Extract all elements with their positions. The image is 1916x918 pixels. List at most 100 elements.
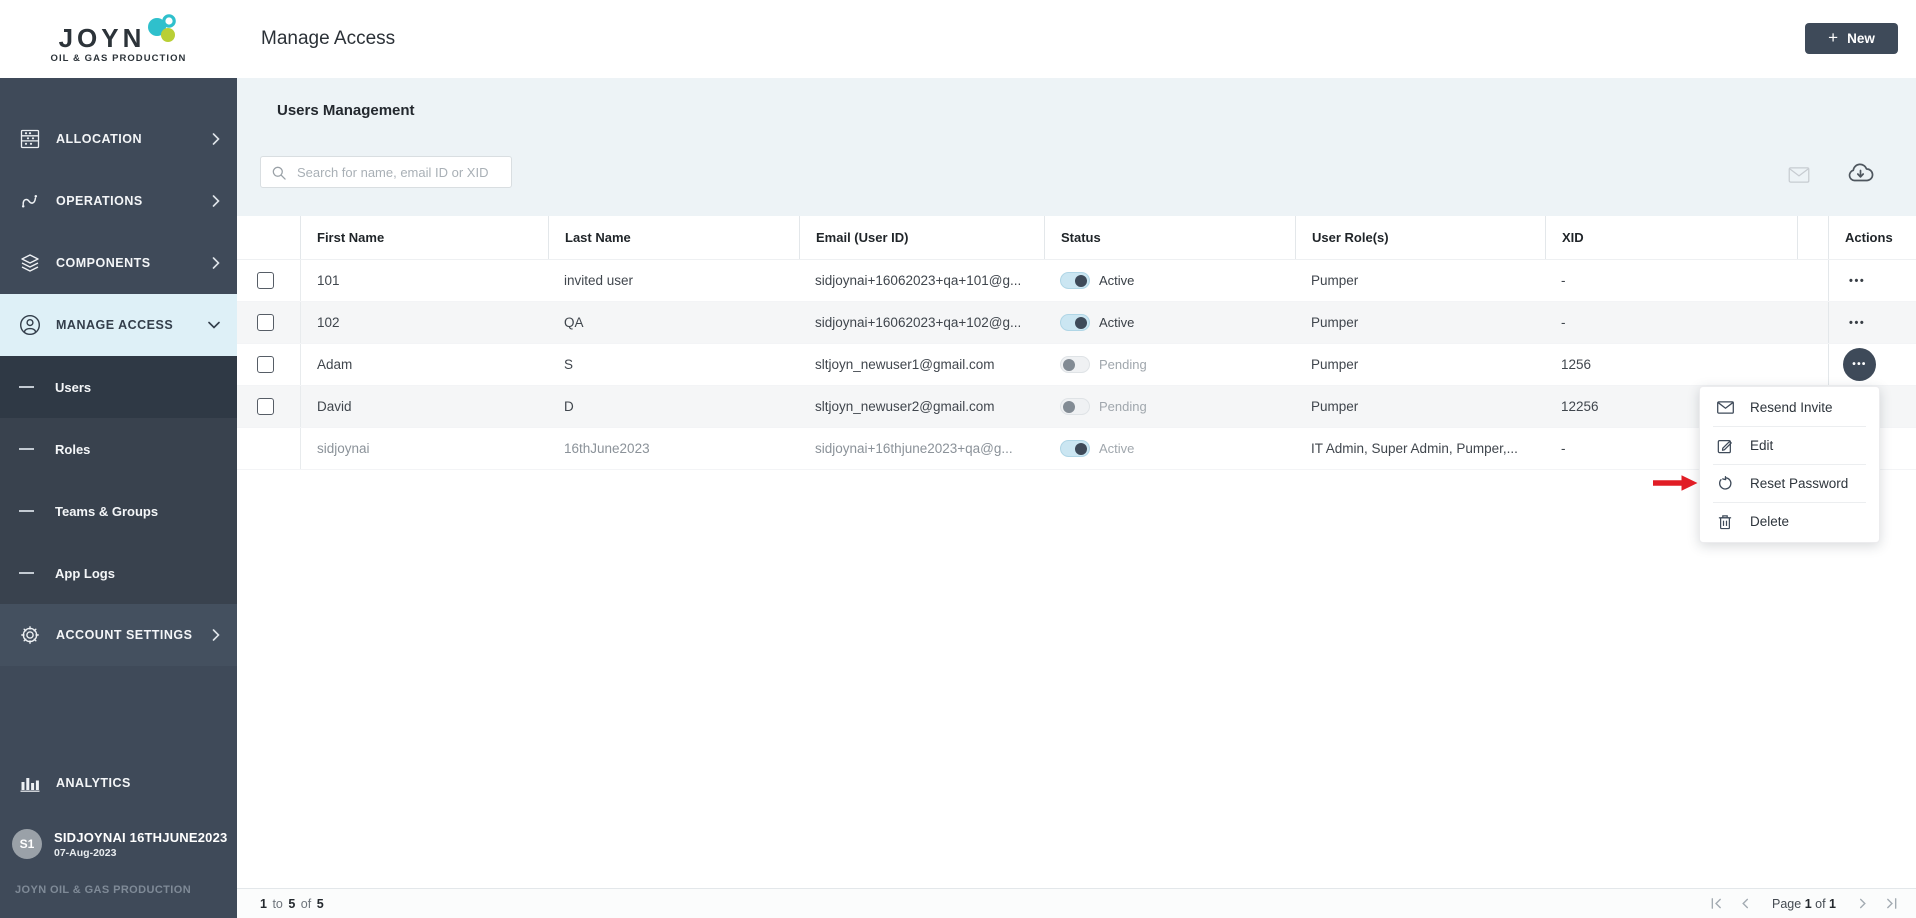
app-logo: JOYN OIL & GAS PRODUCTION	[0, 0, 237, 78]
chevron-right-icon	[212, 133, 220, 145]
search-input[interactable]	[261, 157, 511, 187]
email-users-button[interactable]	[1788, 167, 1810, 183]
menu-item-delete[interactable]: Delete	[1700, 503, 1879, 540]
status-toggle[interactable]	[1060, 440, 1090, 457]
export-download-button[interactable]	[1847, 162, 1874, 183]
cell-first-name: David	[300, 386, 548, 427]
sidebar-item-label: OPERATIONS	[56, 194, 212, 208]
menu-item-reset-password[interactable]: Reset Password	[1700, 465, 1879, 502]
menu-item-label: Resend Invite	[1750, 400, 1833, 415]
sidebar-item-users[interactable]: Users	[0, 356, 237, 418]
column-header-first-name[interactable]: First Name	[300, 216, 548, 259]
cell-email: sltjoyn_newuser1@gmail.com	[799, 344, 1044, 385]
page-title: Manage Access	[261, 0, 395, 78]
page-indicator: Page 1 of 1	[1772, 897, 1836, 911]
status-toggle[interactable]	[1060, 356, 1090, 373]
menu-item-resend-invite[interactable]: Resend Invite	[1700, 389, 1879, 426]
cell-user-roles: Pumper	[1295, 302, 1545, 343]
last-page-button[interactable]	[1885, 897, 1898, 910]
org-name: JOYN OIL & GAS PRODUCTION	[15, 884, 191, 896]
sidebar-item-analytics[interactable]: ANALYTICS	[0, 752, 237, 814]
row-range: 1 to 5 of 5	[258, 897, 326, 911]
column-header-email[interactable]: Email (User ID)	[799, 216, 1044, 259]
search-box	[260, 156, 512, 188]
cell-checkbox	[237, 260, 300, 301]
dash-icon	[19, 510, 34, 512]
sidebar-subitem-label: Roles	[55, 442, 90, 457]
row-actions-button[interactable]: •••	[1849, 275, 1865, 287]
header-gap-col	[1797, 216, 1828, 259]
cell-gap	[1797, 302, 1828, 343]
sidebar-subitem-label: Teams & Groups	[55, 504, 158, 519]
sidebar-item-account-settings[interactable]: ACCOUNT SETTINGS	[0, 604, 237, 666]
reset-password-icon	[1716, 476, 1734, 492]
menu-item-label: Edit	[1750, 438, 1773, 453]
sidebar-item-allocation[interactable]: ALLOCATION	[0, 108, 237, 170]
table-row: 101 invited user sidjoynai+16062023+qa+1…	[237, 260, 1916, 302]
sidebar-subitem-label: Users	[55, 380, 91, 395]
table-header: First Name Last Name Email (User ID) Sta…	[237, 216, 1916, 260]
sidebar-nav: ALLOCATION OPERATIONS	[0, 78, 237, 666]
pagination: Page 1 of 1	[1710, 897, 1898, 911]
row-checkbox[interactable]	[257, 314, 274, 331]
cell-last-name: invited user	[548, 260, 799, 301]
menu-item-label: Reset Password	[1750, 476, 1848, 491]
status-label: Active	[1099, 315, 1134, 330]
new-button-label: New	[1847, 31, 1875, 46]
status-label: Pending	[1099, 399, 1147, 414]
dash-icon	[19, 386, 34, 388]
logo-text: JOYN	[59, 25, 146, 51]
column-header-xid[interactable]: XID	[1545, 216, 1797, 259]
prev-page-button[interactable]	[1739, 897, 1752, 910]
table-row: Adam S sltjoyn_newuser1@gmail.com Pendin…	[237, 344, 1916, 386]
status-toggle[interactable]	[1060, 314, 1090, 331]
avatar: S1	[12, 829, 42, 859]
row-actions-button[interactable]: •••	[1849, 317, 1865, 329]
user-circle-icon	[19, 314, 41, 336]
sidebar-item-label: ANALYTICS	[56, 776, 220, 790]
column-header-user-roles[interactable]: User Role(s)	[1295, 216, 1545, 259]
column-header-last-name[interactable]: Last Name	[548, 216, 799, 259]
sidebar-item-components[interactable]: COMPONENTS	[0, 232, 237, 294]
current-user[interactable]: S1 SIDJOYNAI 16THJUNE2023 07-Aug-2023	[12, 829, 227, 859]
status-label: Active	[1099, 273, 1134, 288]
table-body: 101 invited user sidjoynai+16062023+qa+1…	[237, 260, 1916, 470]
cell-user-roles: IT Admin, Super Admin, Pumper,...	[1295, 428, 1545, 469]
chevron-right-icon	[212, 629, 220, 641]
status-toggle[interactable]	[1060, 272, 1090, 289]
menu-item-label: Delete	[1750, 514, 1789, 529]
cell-status: Pending	[1044, 344, 1295, 385]
manage-access-submenu: Users Roles Teams & Groups App Logs	[0, 356, 237, 604]
sidebar: JOYN OIL & GAS PRODUCTION ALLOCATION	[0, 0, 237, 918]
ellipsis-icon: •••	[1852, 359, 1866, 370]
sidebar-item-teams-groups[interactable]: Teams & Groups	[0, 480, 237, 542]
status-toggle[interactable]	[1060, 398, 1090, 415]
sidebar-item-roles[interactable]: Roles	[0, 418, 237, 480]
row-checkbox[interactable]	[257, 356, 274, 373]
first-page-button[interactable]	[1710, 897, 1723, 910]
sidebar-item-label: MANAGE ACCESS	[56, 318, 208, 332]
new-user-button[interactable]: + New	[1805, 23, 1898, 54]
chevron-right-icon	[212, 195, 220, 207]
top-bar: Manage Access + New	[237, 0, 1916, 78]
cell-email: sltjoyn_newuser2@gmail.com	[799, 386, 1044, 427]
cell-first-name: 102	[300, 302, 548, 343]
current-user-date: 07-Aug-2023	[54, 847, 227, 859]
sidebar-item-app-logs[interactable]: App Logs	[0, 542, 237, 604]
cell-xid: 1256	[1545, 344, 1797, 385]
row-checkbox[interactable]	[257, 272, 274, 289]
menu-item-edit[interactable]: Edit	[1700, 427, 1879, 464]
main-area: Manage Access + New Users Management Fi	[237, 0, 1916, 918]
sidebar-item-label: ACCOUNT SETTINGS	[56, 628, 212, 642]
row-actions-button-active[interactable]: •••	[1843, 348, 1876, 381]
sidebar-item-manage-access[interactable]: MANAGE ACCESS	[0, 294, 237, 356]
sidebar-item-operations[interactable]: OPERATIONS	[0, 170, 237, 232]
column-header-status[interactable]: Status	[1044, 216, 1295, 259]
next-page-button[interactable]	[1856, 897, 1869, 910]
row-checkbox[interactable]	[257, 398, 274, 415]
cell-first-name: 101	[300, 260, 548, 301]
plus-icon: +	[1828, 28, 1838, 48]
cell-status: Active	[1044, 260, 1295, 301]
cell-status: Active	[1044, 302, 1295, 343]
content-area: Users Management First Name Last Name Em…	[237, 78, 1916, 918]
